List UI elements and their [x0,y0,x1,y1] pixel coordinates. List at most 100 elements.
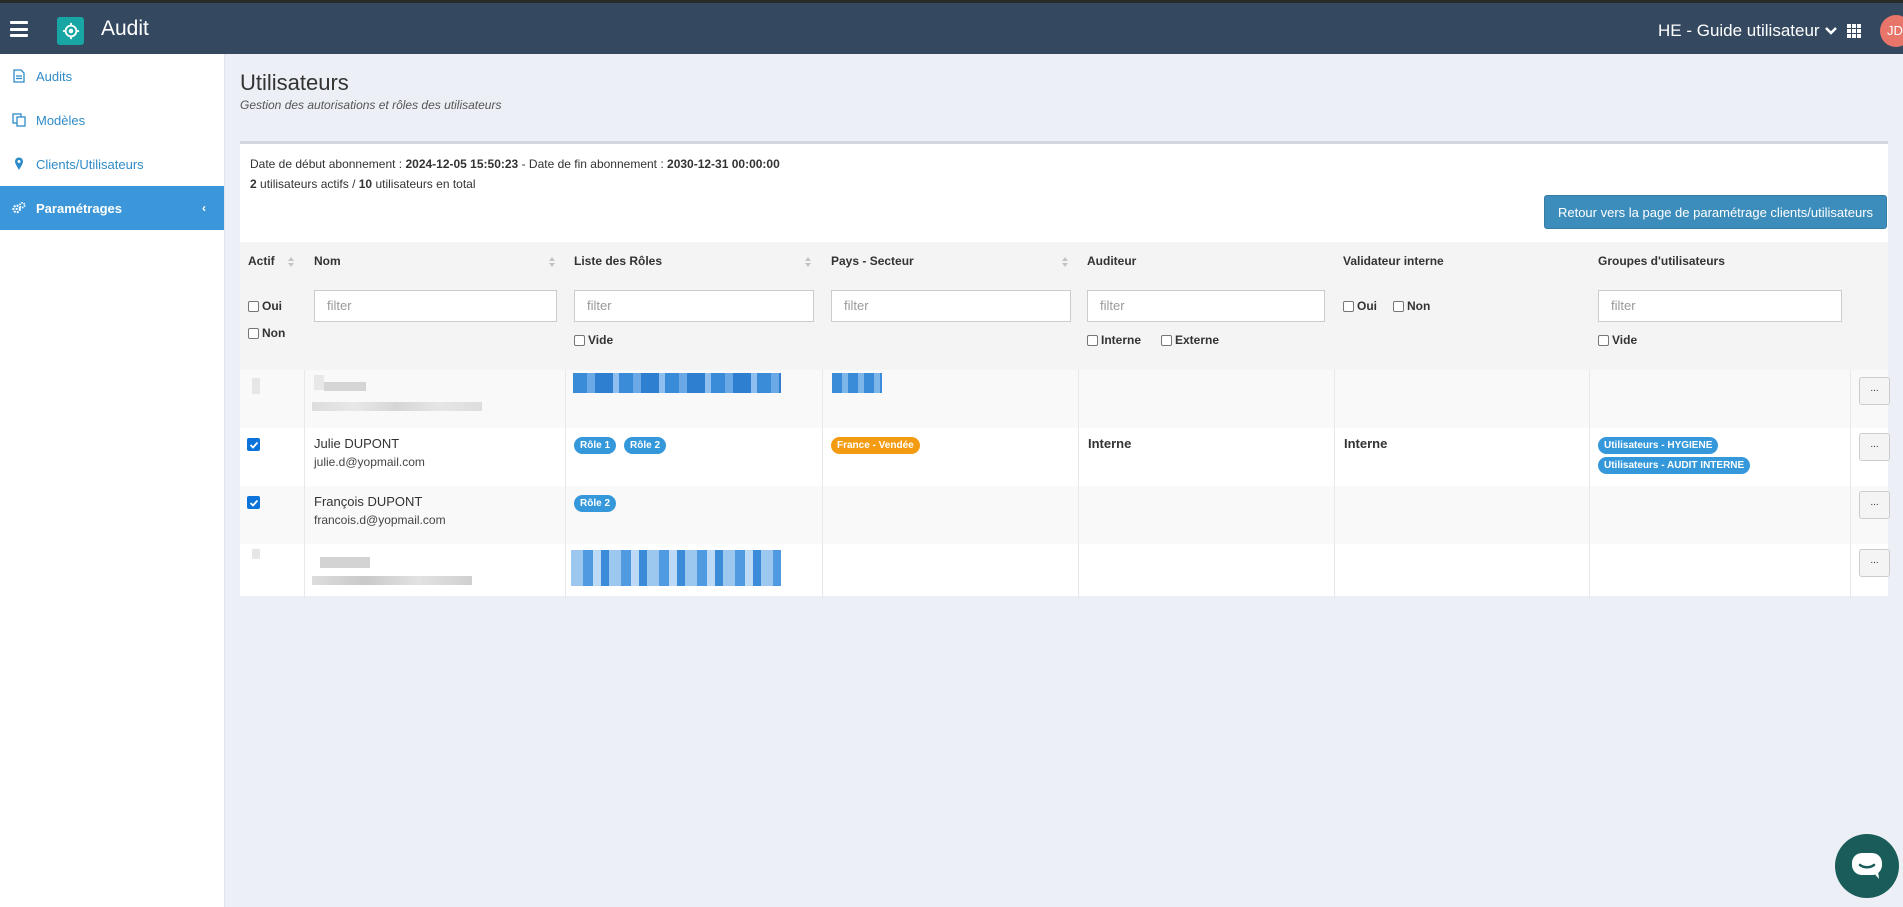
filter-pays-input[interactable]: filter [831,290,1071,322]
back-to-settings-button[interactable]: Retour vers la page de paramétrage clien… [1544,195,1887,229]
actif-checkbox[interactable] [247,496,260,509]
user-email: julie.d@yopmail.com [314,455,425,469]
group-badge: Utilisateurs - AUDIT INTERNE [1598,457,1751,474]
column-header-actif[interactable]: Actif [248,254,275,268]
column-header-roles[interactable]: Liste des Rôles [574,254,662,268]
active-count: 2 [250,177,257,191]
column-header-auditeur: Auditeur [1087,254,1137,268]
subscription-info: Date de début abonnement : 2024-12-05 15… [250,157,780,171]
table-row[interactable] [240,544,1888,602]
auditor-value: Interne [1088,436,1132,451]
user-email: francois.d@yopmail.com [314,513,446,527]
column-divider [1334,370,1335,599]
checkbox-label: Non [1407,299,1431,313]
filter-actif-non[interactable]: Non [248,326,285,340]
filter-auditeur-externe[interactable]: Externe [1161,333,1219,347]
column-header-groupes: Groupes d'utilisateurs [1598,254,1725,268]
sidebar-item-label: Clients/Utilisateurs [36,156,144,172]
redacted-block [832,373,882,393]
table-row[interactable] [240,370,1888,428]
redacted-block [252,549,260,559]
filter-groupes-input[interactable]: filter [1598,290,1842,322]
app-title: Audit [101,17,149,40]
redacted-block [571,550,781,586]
row-actions-button[interactable]: ... [1859,549,1890,577]
redacted-block [312,402,482,411]
group-badge: Utilisateurs - HYGIENE [1598,437,1719,454]
filter-actif-oui[interactable]: Oui [248,299,282,313]
avatar[interactable]: JD [1880,15,1903,47]
column-header-pays[interactable]: Pays - Secteur [831,254,914,268]
role-badge: Rôle 2 [624,437,667,454]
role-badge: Rôle 1 [574,437,617,454]
end-label: - Date de fin abonnement : [521,157,664,171]
total-label: utilisateurs en total [375,177,476,191]
organisation-selector[interactable]: HE - Guide utilisateur [1658,21,1838,41]
filter-roles-vide[interactable]: Vide [574,333,613,347]
column-divider [565,370,566,599]
apps-grid-icon[interactable] [1847,24,1861,38]
menu-icon[interactable] [10,21,28,37]
chat-button[interactable] [1835,834,1899,898]
filter-validateur-non[interactable]: Non [1393,299,1430,313]
redacted-block [312,576,472,585]
sidebar-item-label: Modèles [36,112,86,128]
row-actions-button[interactable]: ... [1859,491,1890,519]
sort-icon[interactable] [1061,256,1069,268]
redacted-block [573,373,781,393]
sidebar-item-audits[interactable]: Audits [0,54,224,98]
column-divider [304,370,305,599]
map-pin-icon [12,157,26,171]
checkbox-label: Vide [1612,333,1638,347]
column-divider [1078,370,1079,599]
checkbox-label: Oui [262,299,282,313]
filter-roles-input[interactable]: filter [574,290,814,322]
sort-icon[interactable] [804,256,812,268]
role-badge: Rôle 2 [574,495,617,512]
filter-nom-input[interactable]: filter [314,290,557,322]
checkbox-label: Externe [1175,333,1220,347]
copy-icon [12,113,26,127]
table-row[interactable]: François DUPONT francois.d@yopmail.com R… [240,486,1888,544]
filter-auditeur-input[interactable]: filter [1087,290,1325,322]
user-name: Julie DUPONT [314,436,400,451]
redacted-block [320,557,370,568]
checkbox-label: Interne [1101,333,1142,347]
country-badge: France - Vendée [831,437,920,454]
checkbox-label: Non [262,326,286,340]
column-divider [1850,370,1851,599]
organisation-label: HE - Guide utilisateur [1658,21,1820,40]
chat-icon [1852,853,1882,879]
column-header-nom[interactable]: Nom [314,254,341,268]
sidebar-item-clients[interactable]: Clients/Utilisateurs [0,142,224,186]
sidebar-item-parametrages[interactable]: Paramétrages ‹ [0,186,224,230]
chevron-left-icon: ‹ [202,201,206,215]
filter-groupes-vide[interactable]: Vide [1598,333,1637,347]
sort-icon[interactable] [548,256,556,268]
app-logo [57,17,84,45]
checkbox-label: Vide [588,333,614,347]
sidebar-item-label: Audits [36,68,73,84]
chevron-down-icon [1824,27,1837,35]
document-icon [12,69,26,83]
page-subtitle: Gestion des autorisations et rôles des u… [240,98,502,112]
gears-icon [12,201,26,215]
redacted-block [324,382,366,391]
row-actions-button[interactable]: ... [1859,377,1890,405]
users-panel: Date de début abonnement : 2024-12-05 15… [240,141,1890,599]
column-divider [822,370,823,599]
filter-auditeur-interne[interactable]: Interne [1087,333,1141,347]
filter-validateur-oui[interactable]: Oui [1343,299,1377,313]
checkbox-label: Oui [1357,299,1377,313]
top-bar: Audit HE - Guide utilisateur JD [0,0,1903,54]
end-value: 2030-12-31 00:00:00 [667,157,780,171]
table-row[interactable]: Julie DUPONT julie.d@yopmail.com Rôle 1 … [240,428,1888,486]
user-name: François DUPONT [314,494,423,509]
sidebar-item-modeles[interactable]: Modèles [0,98,224,142]
column-divider [1589,370,1590,599]
sort-icon[interactable] [287,256,295,268]
actif-checkbox[interactable] [247,438,260,451]
redacted-block [314,375,324,390]
total-count: 10 [358,177,373,191]
row-actions-button[interactable]: ... [1859,433,1890,461]
